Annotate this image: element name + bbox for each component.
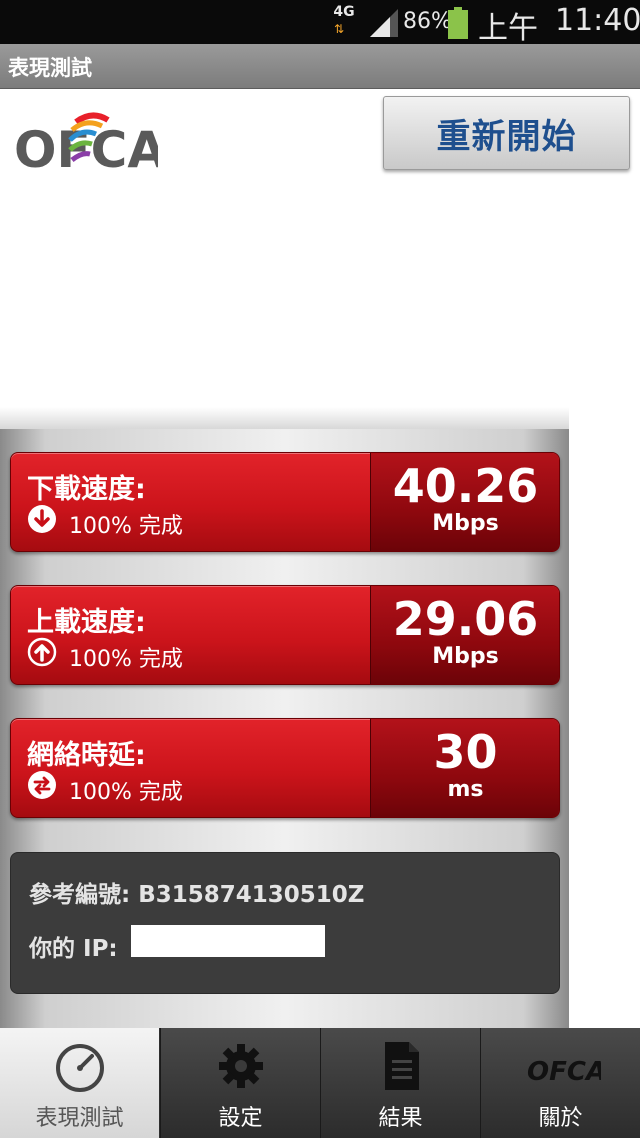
metric-progress: 100% 完成 (69, 780, 183, 805)
clock-time: 11:40 (555, 3, 640, 38)
download-icon (28, 505, 56, 533)
signal-icon (370, 9, 398, 37)
latency-value: 30 (433, 725, 498, 779)
download-speed-value: 40.26 (392, 459, 539, 513)
svg-text:OFCA: OFCA (527, 1057, 601, 1087)
metric-progress: 100% 完成 (69, 647, 183, 672)
reference-number: 參考編號: B315874130510Z (29, 875, 364, 909)
latency-icon (28, 771, 56, 799)
tab-settings[interactable]: 設定 (160, 1028, 320, 1138)
upload-speed-value: 29.06 (392, 592, 539, 646)
tab-label: 關於 (538, 1106, 583, 1131)
title-bar: 表現測試 (0, 44, 640, 89)
bottom-nav: 表現測試 設定 結果 OFCA 關於 (0, 1028, 640, 1138)
ip-label: 你的 IP: (29, 936, 118, 962)
metric-label: 上載速度: (27, 607, 146, 638)
tab-label: 結果 (378, 1106, 423, 1131)
ofca-logo-icon: OFCA (527, 1057, 601, 1087)
metric-value-box: 29.06 Mbps (370, 586, 559, 684)
upload-icon (27, 637, 57, 667)
ip-value-redacted (131, 925, 325, 957)
tab-performance-test[interactable]: 表現測試 (0, 1028, 159, 1138)
status-bar: 4G ⇅ 86% 上午 11:40 (0, 0, 640, 46)
ofca-logo: OFCA (14, 112, 158, 174)
tab-about[interactable]: OFCA 關於 (480, 1028, 640, 1138)
download-speed-unit: Mbps (432, 511, 499, 536)
data-activity-icon: ⇅ (334, 22, 344, 36)
battery-percent: 86% (403, 9, 452, 34)
download-speed-card: 下載速度: 100% 完成 40.26 Mbps (10, 452, 560, 552)
metric-label: 網絡時延: (27, 740, 146, 771)
latency-unit: ms (447, 777, 484, 802)
reference-label: 參考編號: (29, 882, 131, 908)
clock-ampm: 上午 (478, 11, 538, 46)
upload-speed-unit: Mbps (432, 644, 499, 669)
info-box: 參考編號: B315874130510Z 你的 IP: (10, 852, 560, 994)
metric-value-box: 30 ms (370, 719, 559, 817)
restart-button[interactable]: 重新開始 (383, 96, 630, 170)
metric-progress: 100% 完成 (69, 514, 183, 539)
speedometer-icon (56, 1044, 104, 1092)
panel-top-edge (0, 407, 569, 429)
metric-value-box: 40.26 Mbps (370, 453, 559, 551)
tab-label: 表現測試 (35, 1106, 124, 1131)
tab-label: 設定 (218, 1106, 263, 1131)
gear-icon (219, 1044, 263, 1088)
latency-card: 網絡時延: 100% 完成 30 ms (10, 718, 560, 818)
document-icon (385, 1042, 419, 1090)
ofca-logo-text: OFCA (14, 121, 158, 174)
battery-icon (448, 7, 468, 39)
tab-results[interactable]: 結果 (320, 1028, 480, 1138)
app-title: 表現測試 (8, 56, 92, 80)
upload-speed-card: 上載速度: 100% 完成 29.06 Mbps (10, 585, 560, 685)
metric-label: 下載速度: (27, 474, 146, 505)
network-type: 4G (333, 4, 355, 20)
reference-value: B315874130510Z (138, 882, 365, 908)
